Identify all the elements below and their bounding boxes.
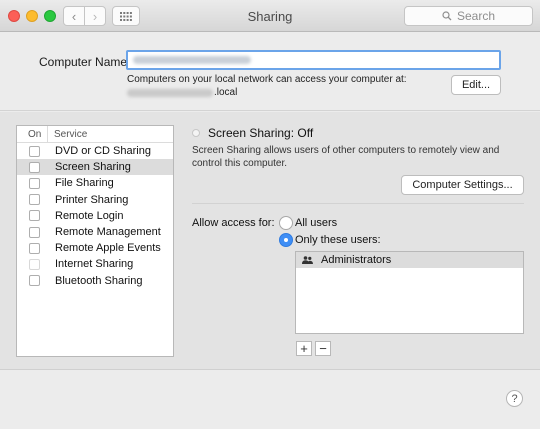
service-checkbox[interactable] [29, 177, 40, 189]
remove-user-button[interactable]: − [315, 341, 331, 356]
only-these-users-radio[interactable] [279, 233, 293, 247]
add-user-button[interactable]: + [296, 341, 312, 356]
service-row-screen-sharing[interactable]: Screen Sharing [17, 159, 173, 176]
service-column-header: Service [47, 126, 87, 142]
redacted-hostname [127, 88, 213, 97]
service-row-internet-sharing[interactable]: Internet Sharing [17, 256, 173, 272]
search-icon [442, 11, 452, 21]
service-label: Remote Management [55, 226, 161, 239]
service-label: File Sharing [55, 177, 114, 190]
service-checkbox[interactable] [29, 226, 40, 238]
status-indicator-icon [192, 129, 200, 137]
service-list-header: On Service [17, 126, 173, 143]
service-row-printer-sharing[interactable]: Printer Sharing [17, 192, 173, 208]
service-row-dvd[interactable]: DVD or CD Sharing [17, 143, 173, 159]
only-these-users-label[interactable]: Only these users: [295, 234, 381, 246]
service-checkbox[interactable] [29, 145, 40, 157]
service-label: Screen Sharing [55, 161, 131, 174]
group-icon [302, 256, 313, 264]
search-placeholder: Search [456, 9, 496, 23]
sharing-main-section: On Service DVD or CD Sharing Screen Shar… [0, 112, 540, 370]
service-checkbox[interactable] [29, 210, 40, 222]
screen-sharing-description: Screen Sharing allows users of other com… [192, 145, 500, 169]
service-list[interactable]: On Service DVD or CD Sharing Screen Shar… [16, 125, 174, 357]
allow-access-label: Allow access for: [192, 217, 275, 229]
service-label: Printer Sharing [55, 193, 129, 206]
allowed-users-list[interactable]: Administrators [295, 251, 524, 334]
user-label: Administrators [321, 254, 392, 266]
service-checkbox[interactable] [29, 242, 40, 254]
computer-settings-button[interactable]: Computer Settings... [401, 175, 524, 195]
service-row-bluetooth-sharing[interactable]: Bluetooth Sharing [17, 273, 173, 289]
service-checkbox[interactable] [29, 275, 40, 287]
service-checkbox[interactable] [29, 194, 40, 206]
computer-name-label: Computer Name: [39, 55, 131, 69]
computer-name-section: Computer Name: Computers on your local n… [0, 33, 540, 111]
all-users-label[interactable]: All users [295, 217, 337, 229]
edit-button[interactable]: Edit... [451, 75, 501, 95]
computer-name-input[interactable] [126, 50, 501, 70]
help-button[interactable]: ? [506, 390, 523, 407]
on-column-header: On [28, 128, 42, 140]
local-hostname: .local [127, 87, 237, 98]
service-label: Remote Login [55, 209, 124, 222]
service-label: DVD or CD Sharing [55, 145, 151, 158]
redacted-computer-name [133, 56, 251, 64]
service-label: Internet Sharing [55, 258, 134, 271]
search-field[interactable]: Search [404, 6, 533, 26]
service-row-remote-apple-events[interactable]: Remote Apple Events [17, 240, 173, 256]
screen-sharing-status: Screen Sharing: Off [208, 126, 314, 140]
service-checkbox[interactable] [29, 161, 40, 173]
hostname-suffix: .local [214, 87, 238, 98]
service-checkbox[interactable] [29, 258, 40, 270]
service-label: Bluetooth Sharing [55, 274, 143, 287]
title-bar: ‹ › Sharing Search [0, 0, 540, 32]
divider [192, 203, 524, 204]
user-row-administrators[interactable]: Administrators [296, 252, 523, 268]
service-label: Remote Apple Events [55, 242, 161, 255]
network-access-text: Computers on your local network can acce… [127, 74, 407, 85]
service-row-remote-login[interactable]: Remote Login [17, 208, 173, 224]
service-row-remote-management[interactable]: Remote Management [17, 224, 173, 240]
service-row-file-sharing[interactable]: File Sharing [17, 175, 173, 191]
all-users-radio[interactable] [279, 216, 293, 230]
